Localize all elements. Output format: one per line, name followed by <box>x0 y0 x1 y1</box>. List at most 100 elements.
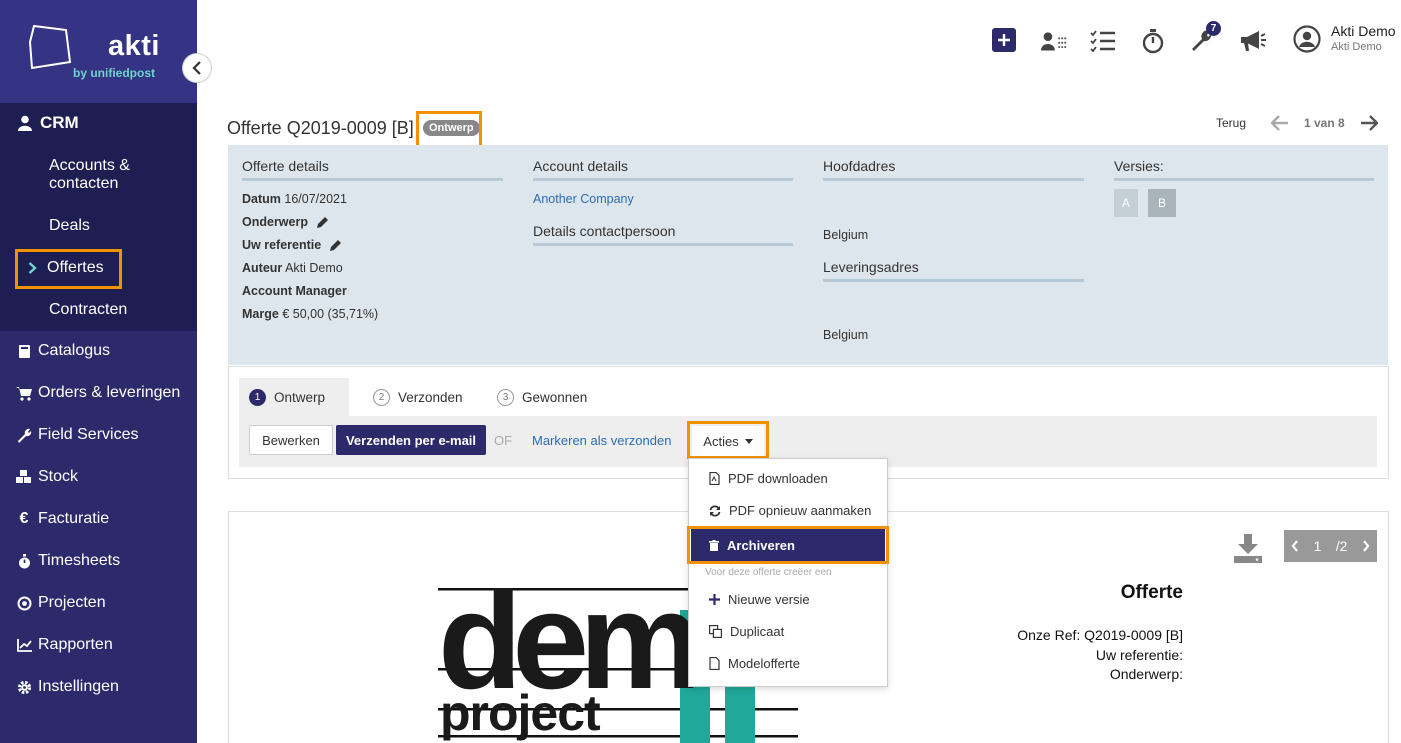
tab-label: Ontwerp <box>274 389 326 405</box>
brand-name: akti <box>108 30 160 62</box>
chart-icon <box>16 638 32 652</box>
sidebar-item-stock[interactable]: Stock <box>16 468 78 486</box>
menu-section-label: Voor deze offerte creëer een <box>705 567 832 578</box>
sidebar-item-orders[interactable]: Orders & leveringen <box>16 384 180 402</box>
megaphone-icon <box>1241 31 1266 51</box>
chevron-right-icon <box>28 262 37 274</box>
sidebar-item-offertes[interactable]: Offertes <box>28 259 104 277</box>
pencil-icon[interactable] <box>329 239 342 252</box>
pdf-file-icon <box>709 472 720 485</box>
cart-icon <box>16 386 32 401</box>
menu-item-label: PDF opnieuw aanmaken <box>729 503 872 518</box>
wrench-icon <box>17 428 31 443</box>
tab-verzonden[interactable]: 2 Verzonden <box>363 378 473 416</box>
acties-menu: PDF downloaden PDF opnieuw aanmaken Arch… <box>688 458 888 687</box>
boxes-icon <box>16 470 31 483</box>
gear-icon <box>17 680 31 694</box>
sidebar-item-label: Offertes <box>47 259 104 276</box>
sidebar-item-field-services[interactable]: Field Services <box>16 426 138 444</box>
or-label: OF <box>493 432 513 448</box>
pdf-page-nav: 1 /2 <box>1284 530 1377 562</box>
menu-item-model[interactable]: Modelofferte <box>709 656 800 671</box>
account-details-heading: Account details <box>533 158 628 174</box>
user-circle-icon <box>1293 25 1321 53</box>
file-icon <box>709 657 720 670</box>
next-arrow-icon[interactable] <box>1360 115 1379 134</box>
marge-label: Marge <box>242 307 279 321</box>
sidebar-item-label: Instellingen <box>38 678 119 695</box>
sidebar-item-timesheets[interactable]: Timesheets <box>16 552 120 570</box>
mark-sent-link[interactable]: Markeren als verzonden <box>532 425 671 455</box>
contacts-button[interactable] <box>1041 28 1067 54</box>
delivery-address-heading: Leveringsadres <box>823 259 919 275</box>
status-highlight <box>416 111 482 148</box>
version-b-button[interactable]: B <box>1148 189 1176 217</box>
document-ref: Onze Ref: Q2019-0009 [B] <box>1017 627 1183 643</box>
edit-button[interactable]: Bewerken <box>249 425 333 455</box>
sidebar-item-projecten[interactable]: Projecten <box>16 594 106 612</box>
collapse-sidebar-button[interactable] <box>182 53 212 83</box>
chevron-left-icon[interactable] <box>1291 540 1299 552</box>
referentie-label: Uw referentie <box>242 238 322 252</box>
menu-item-label: Duplicaat <box>730 624 785 639</box>
tab-gewonnen[interactable]: 3 Gewonnen <box>487 378 597 416</box>
menu-item-duplicate[interactable]: Duplicaat <box>709 624 784 639</box>
tab-label: Verzonden <box>398 389 463 405</box>
download-icon[interactable] <box>1232 532 1264 567</box>
sidebar-item-crm[interactable]: CRM <box>18 113 79 133</box>
contact-details-heading: Details contactpersoon <box>533 223 676 239</box>
version-a-button[interactable]: A <box>1114 189 1138 217</box>
stopwatch-icon <box>18 553 30 568</box>
menu-item-pdf-download[interactable]: PDF downloaden <box>709 471 828 486</box>
sidebar-item-facturatie[interactable]: € Facturatie <box>16 510 110 528</box>
user-avatar[interactable] <box>1292 24 1322 54</box>
crm-section <box>0 103 197 331</box>
user-company: Akti Demo <box>1331 41 1382 53</box>
tasks-button[interactable] <box>1090 28 1116 54</box>
chevron-right-icon[interactable] <box>1362 540 1370 552</box>
send-email-button[interactable]: Verzenden per e-mail <box>336 425 486 455</box>
announcements-button[interactable] <box>1238 28 1268 54</box>
sidebar-item-label: Catalogus <box>38 342 111 359</box>
plus-icon <box>709 594 720 605</box>
document-onderwerp: Onderwerp: <box>1109 666 1183 682</box>
sidebar-item-rapporten[interactable]: Rapporten <box>16 636 113 654</box>
sidebar-item-catalogus[interactable]: Catalogus <box>16 342 110 360</box>
pdf-page-current: 1 <box>1313 538 1322 554</box>
step-number: 3 <box>497 388 514 406</box>
pager-count: 1 van 8 <box>1304 116 1345 130</box>
account-link[interactable]: Another Company <box>533 192 634 206</box>
sidebar-item-label: Orders & leveringen <box>38 384 181 401</box>
sidebar-item-label: Projecten <box>38 594 106 611</box>
account-manager-label: Account Manager <box>242 284 347 298</box>
timer-button[interactable] <box>1140 28 1166 54</box>
sidebar-item-contracten[interactable]: Contracten <box>49 301 127 319</box>
user-name[interactable]: Akti Demo <box>1331 23 1396 39</box>
sidebar-item-instellingen[interactable]: Instellingen <box>16 678 119 696</box>
offer-details-heading: Offerte details <box>242 158 329 174</box>
euro-icon: € <box>19 510 29 527</box>
sidebar-item-deals[interactable]: Deals <box>49 217 90 235</box>
chevron-left-icon <box>192 61 201 75</box>
versions-heading: Versies: <box>1114 158 1164 174</box>
prev-arrow-icon[interactable] <box>1270 115 1289 134</box>
add-button[interactable] <box>992 28 1016 52</box>
page-title: Offerte Q2019-0009 [B] <box>227 118 414 138</box>
divider <box>823 178 1084 181</box>
sidebar-item-label: CRM <box>40 113 79 132</box>
tab-ontwerp[interactable]: 1 Ontwerp <box>239 378 349 416</box>
target-icon <box>17 596 31 610</box>
sidebar-item-label: Timesheets <box>38 552 121 569</box>
tab-label: Gewonnen <box>522 389 588 405</box>
pencil-icon[interactable] <box>316 216 329 229</box>
stopwatch-icon <box>1142 29 1164 54</box>
menu-item-new-version[interactable]: Nieuwe versie <box>709 592 810 607</box>
menu-item-pdf-regenerate[interactable]: PDF opnieuw aanmaken <box>709 503 871 518</box>
main-address-country: Belgium <box>823 228 869 242</box>
datum-value: 16/07/2021 <box>284 192 347 206</box>
book-icon <box>18 344 30 358</box>
contacts-list-icon <box>1041 32 1067 51</box>
acties-highlight <box>687 421 769 459</box>
back-link[interactable]: Terug <box>1216 116 1246 130</box>
sidebar-item-accounts[interactable]: Accounts & contacten <box>49 157 169 193</box>
